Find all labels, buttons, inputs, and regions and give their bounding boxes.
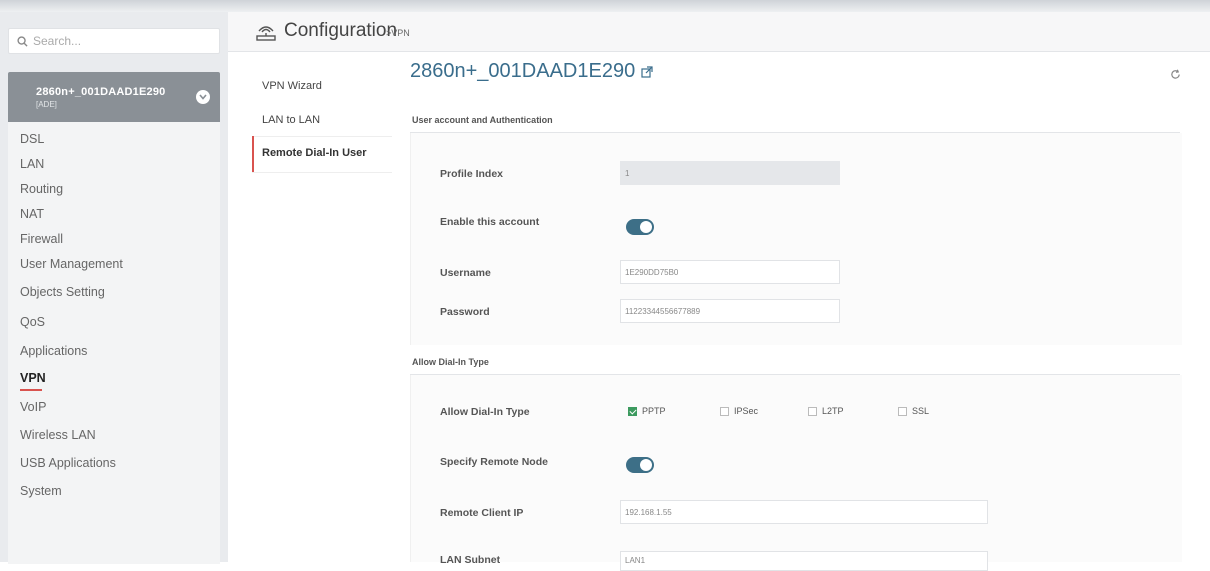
search-placeholder: Search... xyxy=(33,34,82,48)
divider xyxy=(252,136,392,137)
ipsec-label: IPSec xyxy=(734,406,759,416)
external-link-icon[interactable] xyxy=(641,65,653,78)
profile-index-field: 1 xyxy=(620,161,840,185)
menu-item-firewall[interactable]: Firewall xyxy=(20,232,63,246)
active-indicator xyxy=(252,136,254,172)
password-field[interactable]: 11223344556677889 xyxy=(620,299,840,323)
checkbox-icon xyxy=(720,406,729,416)
toggle-knob xyxy=(640,459,652,471)
l2tp-label: L2TP xyxy=(822,406,844,416)
menu-item-system[interactable]: System xyxy=(20,484,62,498)
enable-account-label: Enable this account xyxy=(440,216,540,228)
menu-item-lan[interactable]: LAN xyxy=(20,157,44,171)
menu-item-usb-applications[interactable]: USB Applications xyxy=(20,456,116,470)
divider xyxy=(252,172,392,173)
profile-title: 2860n+_001DAAD1E290 xyxy=(410,60,653,83)
username-field[interactable]: 1E290DD75B0 xyxy=(620,260,840,284)
l2tp-checkbox[interactable]: L2TP xyxy=(808,406,844,416)
sidebar: Search... 2860n+_001DAAD1E290 [ADE] DSL … xyxy=(0,12,228,564)
menu-item-vpn[interactable]: VPN xyxy=(20,371,46,385)
remote-node-label: Specify Remote Node xyxy=(440,456,548,468)
lan-subnet-select[interactable]: LAN1 xyxy=(620,551,988,571)
device-name: 2860n+_001DAAD1E290 xyxy=(36,86,166,98)
pptp-label: PPTP xyxy=(642,406,666,416)
search-input[interactable]: Search... xyxy=(8,28,220,54)
ssl-checkbox[interactable]: SSL xyxy=(898,406,929,416)
profile-index-label: Profile Index xyxy=(440,168,504,180)
enable-account-toggle[interactable] xyxy=(626,219,654,235)
subnav-remote-dial-in-user[interactable]: Remote Dial-In User xyxy=(262,147,367,159)
lan-subnet-label: LAN Subnet xyxy=(440,554,501,566)
active-indicator xyxy=(20,389,42,391)
menu-item-user-management[interactable]: User Management xyxy=(20,257,123,271)
menu-item-routing[interactable]: Routing xyxy=(20,182,63,196)
menu-item-nat[interactable]: NAT xyxy=(20,207,44,221)
dialin-panel xyxy=(410,375,1182,562)
top-strip xyxy=(0,0,1210,12)
device-sub: [ADE] xyxy=(36,100,57,109)
menu-item-wireless-lan[interactable]: Wireless LAN xyxy=(20,428,96,442)
dialin-type-label: Allow Dial-In Type xyxy=(440,406,530,418)
search-icon xyxy=(17,35,28,47)
main-menu: DSL LAN Routing NAT Firewall User Manage… xyxy=(8,122,220,564)
menu-item-qos[interactable]: QoS xyxy=(20,315,45,329)
remote-node-toggle[interactable] xyxy=(626,457,654,473)
menu-item-dsl[interactable]: DSL xyxy=(20,132,44,146)
checkbox-icon xyxy=(898,406,907,416)
pptp-checkbox[interactable]: PPTP xyxy=(628,406,666,416)
ipsec-checkbox[interactable]: IPSec xyxy=(720,406,758,416)
remote-ip-field[interactable]: 192.168.1.55 xyxy=(620,500,988,524)
remote-ip-label: Remote Client IP xyxy=(440,507,524,519)
section-header: Allow Dial-In Type xyxy=(410,349,1180,375)
page-title: Configuration xyxy=(284,20,398,41)
checkbox-icon xyxy=(808,406,817,416)
profile-title-text: 2860n+_001DAAD1E290 xyxy=(410,60,636,82)
menu-item-applications[interactable]: Applications xyxy=(20,344,87,358)
checkbox-checked-icon xyxy=(628,406,637,416)
menu-item-objects-setting[interactable]: Objects Setting xyxy=(20,285,105,299)
refresh-icon[interactable] xyxy=(1170,69,1181,80)
menu-item-voip[interactable]: VoIP xyxy=(20,400,46,414)
breadcrumb: >VPN xyxy=(386,28,410,38)
subnav-lan-to-lan[interactable]: LAN to LAN xyxy=(262,114,320,126)
toggle-knob xyxy=(640,221,652,233)
ssl-label: SSL xyxy=(912,406,930,416)
page-header: Configuration >VPN xyxy=(228,12,1210,52)
username-label: Username xyxy=(440,267,491,279)
section-header: User account and Authentication xyxy=(410,107,1180,133)
subnav-vpn-wizard[interactable]: VPN Wizard xyxy=(262,80,322,92)
password-label: Password xyxy=(440,306,490,318)
router-icon xyxy=(256,26,276,41)
device-selector[interactable]: 2860n+_001DAAD1E290 [ADE] xyxy=(8,72,220,124)
chevron-down-icon[interactable] xyxy=(196,90,210,104)
